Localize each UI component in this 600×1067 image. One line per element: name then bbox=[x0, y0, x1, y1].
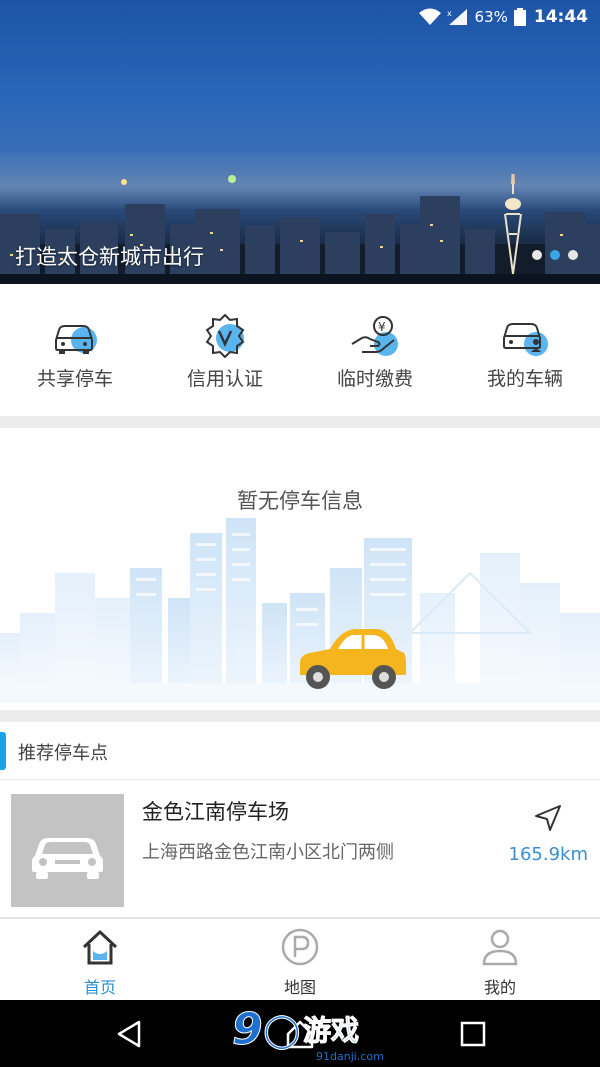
tab-label: 首页 bbox=[83, 978, 116, 997]
carousel-dots bbox=[532, 250, 578, 260]
carousel-dot[interactable] bbox=[568, 250, 578, 260]
home-icon bbox=[82, 930, 118, 965]
credit-badge-icon bbox=[205, 314, 245, 358]
carousel-dot-active[interactable] bbox=[550, 250, 560, 260]
recents-icon[interactable] bbox=[457, 1018, 489, 1050]
parking-lot-distance: 165.9km bbox=[508, 844, 589, 865]
action-temp-payment[interactable]: ¥ 临时缴费 bbox=[300, 284, 450, 416]
action-label: 信用认证 bbox=[186, 368, 263, 390]
tab-map[interactable]: 地图 bbox=[200, 919, 400, 1001]
parking-info-empty-state: 暂无停车信息 bbox=[0, 428, 600, 710]
carousel-dot[interactable] bbox=[532, 250, 542, 260]
tab-mine[interactable]: 我的 bbox=[400, 919, 600, 1001]
svg-text:x: x bbox=[447, 9, 452, 18]
payment-hand-coin-icon: ¥ bbox=[351, 316, 398, 356]
action-shared-parking[interactable]: 共享停车 bbox=[0, 284, 150, 416]
quick-actions: 共享停车 信用认证 ¥ 临时缴费 我的车辆 bbox=[0, 284, 600, 416]
parking-p-icon bbox=[281, 928, 319, 966]
wifi-icon bbox=[418, 8, 441, 25]
watermark-number-circle: ○ bbox=[262, 1004, 302, 1055]
action-label: 临时缴费 bbox=[336, 368, 413, 390]
back-icon[interactable] bbox=[113, 1018, 145, 1050]
section-divider bbox=[0, 710, 600, 722]
car-placeholder-icon bbox=[32, 838, 103, 879]
signal-icon: x bbox=[447, 9, 467, 25]
city-car-illustration bbox=[0, 518, 600, 703]
parking-lot-thumbnail bbox=[11, 794, 124, 907]
user-icon bbox=[482, 929, 518, 966]
section-divider bbox=[0, 416, 600, 428]
navigation-arrow-icon[interactable] bbox=[532, 802, 564, 834]
my-car-user-icon bbox=[503, 323, 548, 356]
watermark-sub: 91danji.com bbox=[316, 1050, 384, 1063]
svg-text:¥: ¥ bbox=[378, 320, 386, 334]
watermark-text: 游戏 bbox=[303, 1014, 360, 1047]
tab-label: 地图 bbox=[283, 978, 316, 997]
action-label: 共享停车 bbox=[36, 368, 113, 390]
action-my-vehicles[interactable]: 我的车辆 bbox=[450, 284, 600, 416]
banner-carousel[interactable]: x 63% 14:44 打造太仓新城市出行 bbox=[0, 0, 600, 284]
tab-home[interactable]: 首页 bbox=[0, 919, 200, 1001]
watermark-number: 9 bbox=[232, 1004, 264, 1055]
battery-icon bbox=[513, 8, 526, 26]
status-bar: x 63% 14:44 bbox=[0, 0, 600, 36]
parking-lot-item[interactable]: 金色江南停车场 上海西路金色江南小区北门两侧 165.9km bbox=[0, 782, 600, 918]
recommended-title: 推荐停车点 bbox=[18, 743, 108, 764]
clock: 14:44 bbox=[533, 7, 588, 27]
tab-label: 我的 bbox=[483, 978, 516, 997]
action-label: 我的车辆 bbox=[486, 368, 563, 390]
parking-lot-name: 金色江南停车场 bbox=[142, 800, 289, 824]
empty-message: 暂无停车信息 bbox=[237, 489, 363, 513]
battery-percent: 63% bbox=[474, 8, 508, 26]
parking-lot-address: 上海西路金色江南小区北门两侧 bbox=[142, 842, 394, 863]
recommended-header: 推荐停车点 bbox=[0, 722, 600, 780]
section-accent-bar bbox=[0, 732, 6, 770]
bottom-tab-bar: 首页 地图 我的 bbox=[0, 918, 600, 1000]
shared-parking-car-icon bbox=[55, 325, 97, 354]
action-credit-auth[interactable]: 信用认证 bbox=[150, 284, 300, 416]
banner-caption: 打造太仓新城市出行 bbox=[15, 245, 204, 269]
watermark-logo: 9 ○ 游戏 91danji.com bbox=[232, 1004, 384, 1063]
